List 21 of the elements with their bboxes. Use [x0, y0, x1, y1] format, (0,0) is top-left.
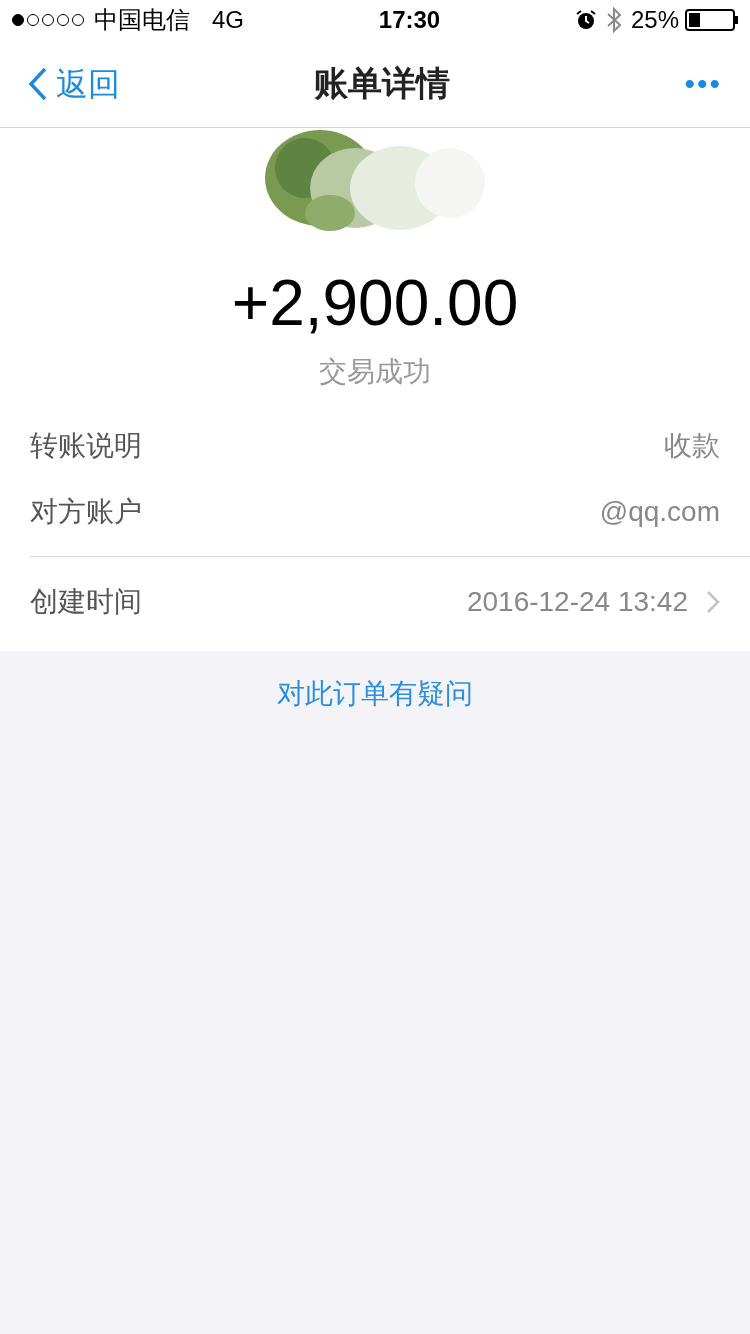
- bluetooth-icon: [606, 7, 621, 33]
- network-type: 4G: [212, 5, 244, 35]
- alarm-icon: [574, 9, 597, 31]
- row-label: 对方账户: [30, 494, 142, 529]
- battery-percent: 25%: [630, 5, 679, 35]
- page-title: 账单详情: [313, 63, 452, 104]
- row-value: 收款: [664, 429, 720, 463]
- row-value: 2016-12-24 13:42: [466, 585, 688, 619]
- clock-time: 17:30: [378, 5, 441, 35]
- transaction-status: 交易成功: [319, 355, 431, 389]
- amount-text: +2,900.00: [231, 266, 519, 341]
- carrier-name: 中国电信: [94, 5, 190, 35]
- row-label: 转账说明: [30, 429, 142, 463]
- chevron-icon: [706, 590, 720, 614]
- battery-icon: [685, 9, 735, 31]
- row-value: @qq.com: [599, 494, 720, 529]
- row-label: 创建时间: [30, 585, 142, 619]
- back-button[interactable]: 返回: [28, 59, 120, 108]
- back-chevron-icon: [28, 66, 48, 101]
- question-link[interactable]: 对此订单有疑问: [277, 673, 473, 715]
- more-button[interactable]: •••: [684, 61, 722, 106]
